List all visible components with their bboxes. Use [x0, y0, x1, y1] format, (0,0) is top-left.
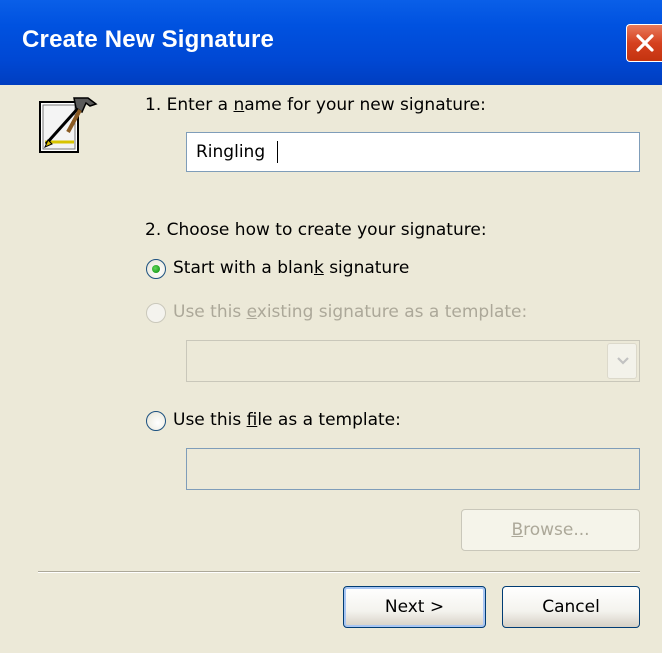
chevron-down-icon: [617, 357, 629, 365]
dropdown-button: [607, 343, 637, 379]
browse-button-label: Browse...: [511, 520, 590, 540]
radio-selected-dot: [152, 265, 160, 273]
radio-existing-signature: [146, 303, 166, 323]
signature-name-value: Ringling: [196, 142, 266, 162]
template-file-path-input: [186, 448, 640, 490]
browse-button: Browse...: [461, 509, 640, 551]
dialog-title: Create New Signature: [22, 26, 275, 53]
create-new-signature-dialog: Create New Signature 1. Enter a name for…: [0, 0, 662, 653]
close-icon: [636, 34, 654, 52]
step1-label: 1. Enter a name for your new signature:: [145, 95, 486, 115]
title-bar[interactable]: Create New Signature: [0, 0, 662, 85]
option-blank-signature-label[interactable]: Start with a blank signature: [173, 258, 409, 278]
close-button[interactable]: [626, 24, 662, 62]
radio-file-template[interactable]: [146, 411, 166, 431]
radio-blank-signature[interactable]: [146, 259, 166, 279]
separator: [38, 571, 640, 573]
step2-label: 2. Choose how to create your signature:: [145, 220, 487, 240]
signature-pen-icon: [39, 97, 98, 153]
signature-name-input[interactable]: Ringling: [186, 132, 640, 172]
option-file-template-label[interactable]: Use this file as a template:: [173, 410, 401, 430]
existing-signature-select: [186, 340, 640, 382]
option-existing-signature-label: Use this existing signature as a templat…: [173, 302, 528, 322]
cancel-button[interactable]: Cancel: [502, 586, 640, 628]
text-caret: [277, 141, 278, 163]
next-button[interactable]: Next >: [343, 586, 486, 628]
